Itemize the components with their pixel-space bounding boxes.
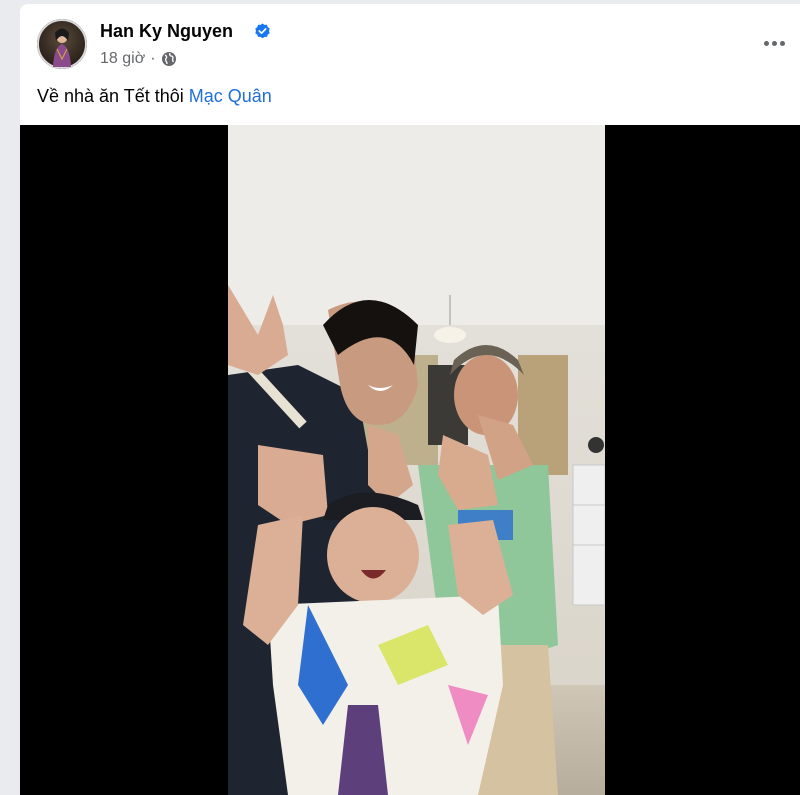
globe-icon[interactable]: [161, 51, 177, 67]
mention-link[interactable]: Mạc Quân: [189, 86, 272, 106]
verified-badge-icon: [255, 23, 270, 39]
meta-separator: ·: [150, 50, 156, 67]
post-meta: 18 giờ ·: [100, 50, 177, 68]
video-frame: [228, 125, 605, 795]
author-avatar[interactable]: [37, 19, 87, 69]
caption-text: Về nhà ăn Tết thôi: [37, 86, 189, 106]
post-header: Han Ky Nguyen 18 giờ ·: [20, 4, 800, 84]
more-options-icon[interactable]: [756, 30, 792, 56]
video-player[interactable]: [20, 125, 800, 795]
post-caption: Về nhà ăn Tết thôi Mạc Quân: [37, 86, 272, 107]
post-timestamp[interactable]: 18 giờ: [100, 50, 145, 68]
post-card: Han Ky Nguyen 18 giờ · Về nhà ăn Tết thô…: [20, 4, 800, 795]
author-name[interactable]: Han Ky Nguyen: [100, 21, 233, 42]
